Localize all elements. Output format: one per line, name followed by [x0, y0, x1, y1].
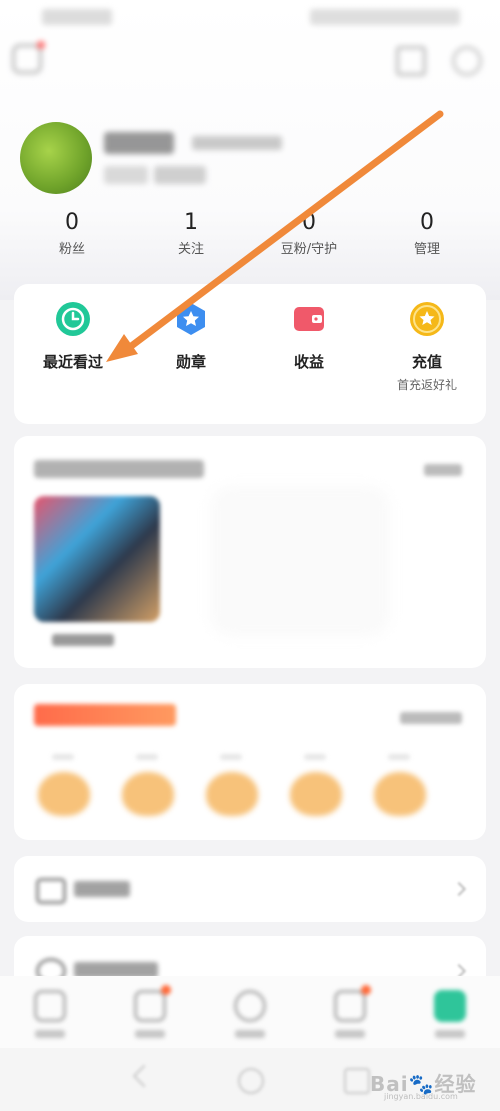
star-badge-icon	[174, 302, 208, 336]
watermark-url: jingyan.baidu.com	[384, 1092, 458, 1101]
profile-stats: 0 粉丝 1 关注 0 豆粉/守护 0 管理	[0, 208, 500, 268]
quick-action-medals[interactable]: 勋章	[132, 302, 250, 372]
reward-bag-icon[interactable]	[374, 772, 426, 816]
task-card	[14, 684, 486, 840]
stat-label: 关注	[177, 242, 204, 257]
status-bar	[0, 0, 500, 36]
stat-label: 管理	[413, 242, 440, 257]
reward-bag-icon[interactable]	[206, 772, 258, 816]
tab-home[interactable]	[0, 990, 100, 1038]
reward-bag-icon[interactable]	[122, 772, 174, 816]
notification-dot	[161, 985, 171, 995]
menu-row-label	[74, 881, 130, 897]
tab-label	[135, 1030, 165, 1038]
notification-dot	[361, 985, 371, 995]
tab-label	[235, 1030, 265, 1038]
more-link[interactable]	[400, 712, 462, 724]
tab-discover[interactable]	[200, 990, 300, 1038]
quick-actions-card: 最近看过 勋章 收益 充值 首充返好礼	[14, 284, 486, 424]
chat-icon	[334, 985, 371, 1022]
back-icon[interactable]	[132, 1064, 156, 1088]
notification-dot	[37, 41, 45, 49]
bottom-tab-bar	[0, 976, 500, 1048]
tab-messages[interactable]	[300, 985, 400, 1038]
status-bar-indicators	[310, 9, 460, 25]
quick-action-earnings[interactable]: 收益	[250, 302, 368, 372]
quick-action-label: 最近看过	[42, 353, 103, 371]
reward-bag-icon[interactable]	[38, 772, 90, 816]
stat-number: 0	[302, 210, 316, 235]
stat-fans[interactable]: 0 粉丝	[12, 208, 132, 260]
tab-label	[435, 1030, 465, 1038]
video-thumbnail[interactable]	[34, 496, 160, 622]
reward-bag-icon[interactable]	[290, 772, 342, 816]
wallet-icon	[292, 302, 326, 336]
recents-icon[interactable]	[344, 1068, 370, 1094]
stat-guardians[interactable]: 0 豆粉/守护	[249, 208, 369, 260]
stat-following[interactable]: 1 关注	[131, 208, 251, 260]
reward-label	[220, 754, 242, 760]
reward-label	[304, 754, 326, 760]
quick-action-sublabel: 首充返好礼	[396, 378, 457, 392]
profile-icon	[434, 990, 466, 1022]
reward-label	[52, 754, 74, 760]
quick-action-label: 收益	[293, 353, 324, 371]
tab-label	[335, 1030, 365, 1038]
stat-label: 粉丝	[58, 242, 85, 257]
reward-label	[388, 754, 410, 760]
quick-action-recharge[interactable]: 充值 首充返好礼	[368, 302, 486, 393]
chevron-right-icon	[451, 881, 467, 897]
star-coin-icon	[410, 302, 444, 336]
home-button-icon[interactable]	[238, 1068, 264, 1094]
tab-follow[interactable]	[100, 985, 200, 1038]
scan-icon[interactable]	[396, 46, 426, 76]
username	[104, 132, 174, 154]
star-badge	[154, 166, 206, 184]
tab-me[interactable]	[400, 990, 500, 1038]
settings-icon[interactable]	[452, 46, 482, 76]
status-bar-time	[42, 9, 112, 25]
stat-number: 0	[65, 210, 79, 235]
more-link[interactable]	[424, 464, 462, 476]
clock-icon	[56, 302, 90, 336]
recent-watch-card	[14, 436, 486, 668]
placeholder-tile	[210, 486, 390, 636]
task-card-title	[34, 704, 176, 726]
baidu-jingyan-watermark: Bai🐾经验 jingyan.baidu.com	[370, 1062, 490, 1102]
stat-manage[interactable]: 0 管理	[367, 208, 487, 260]
stat-number: 1	[184, 210, 198, 235]
user-id	[192, 136, 282, 150]
tab-label	[35, 1030, 65, 1038]
stat-label: 豆粉/守护	[280, 242, 338, 257]
quick-action-label: 充值	[411, 353, 442, 371]
reward-label	[136, 754, 158, 760]
video-caption	[52, 634, 114, 646]
video-icon	[36, 878, 66, 904]
section-title	[34, 460, 204, 478]
compass-icon	[234, 990, 266, 1022]
quick-action-recently-watched[interactable]: 最近看过	[14, 302, 132, 372]
avatar[interactable]	[20, 122, 92, 194]
quick-action-label: 勋章	[175, 353, 206, 371]
level-badge	[104, 166, 148, 184]
menu-row[interactable]	[14, 856, 486, 922]
message-icon[interactable]	[12, 41, 45, 74]
home-icon	[34, 990, 66, 1022]
stat-number: 0	[420, 210, 434, 235]
heart-icon	[134, 985, 171, 1022]
